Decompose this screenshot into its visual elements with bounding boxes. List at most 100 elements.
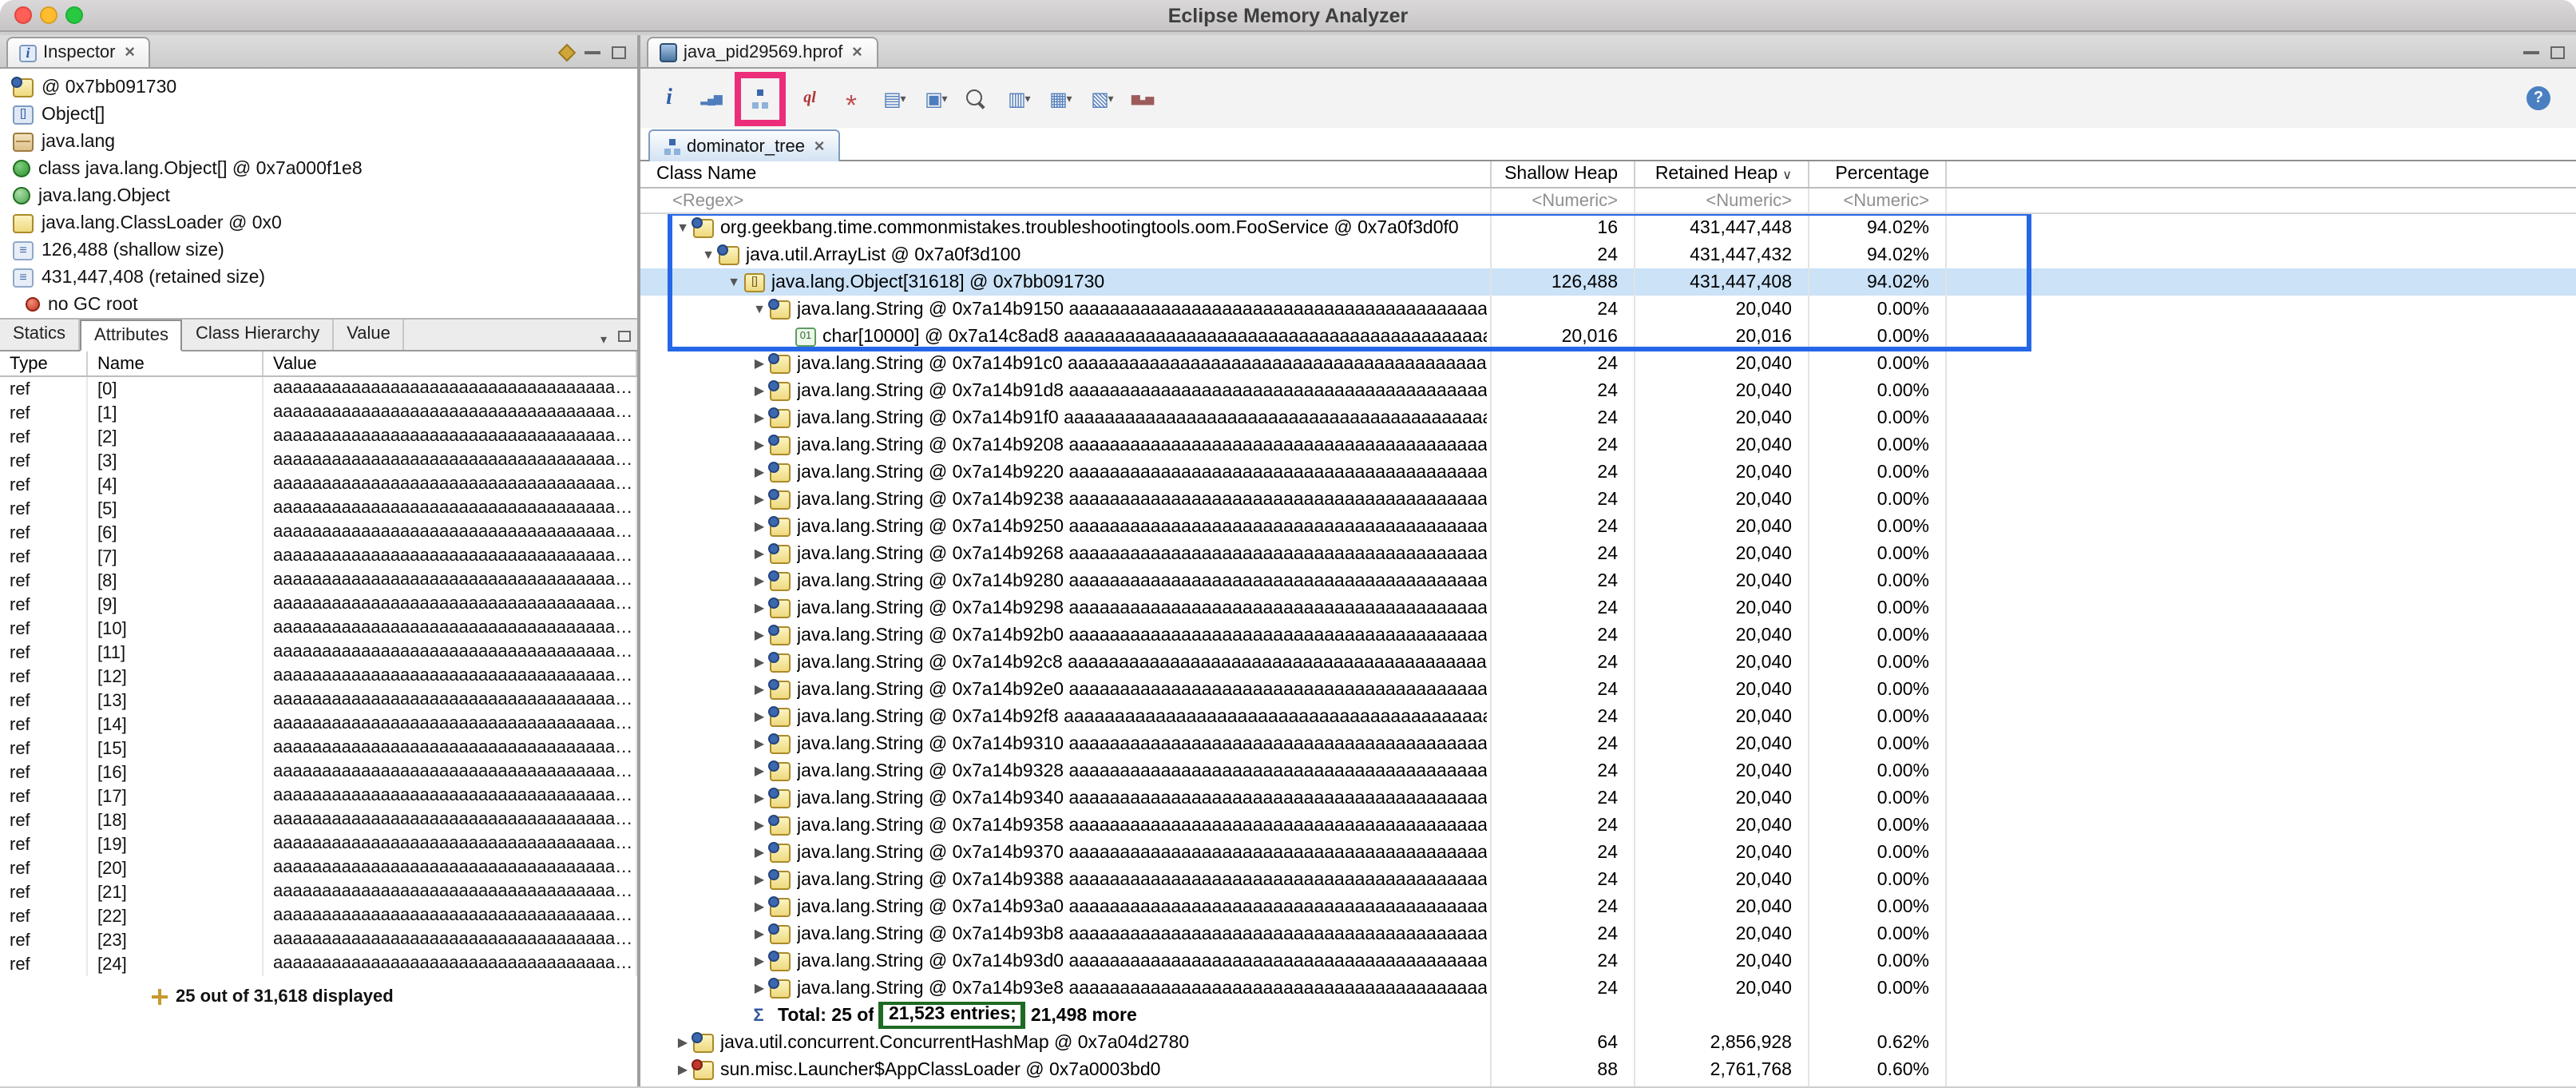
tab-heap-dump[interactable]: java_pid29569.hprof xyxy=(647,37,878,67)
filter-shallow-input[interactable]: <Numeric> xyxy=(1492,189,1635,212)
table-row[interactable]: ref[7]aaaaaaaaaaaaaaaaaaaaaaaaaaaaaaaaaa… xyxy=(0,545,637,569)
tree-row[interactable]: ▶java.lang.String @ 0x7a14b9370 aaaaaaaa… xyxy=(640,839,2576,866)
expander-icon[interactable]: ▶ xyxy=(672,1035,693,1050)
column-header-name[interactable]: Name xyxy=(88,351,264,375)
tree-row[interactable]: ▶java.lang.String @ 0x7a14b9388 aaaaaaaa… xyxy=(640,866,2576,893)
query-browser-button[interactable]: ▤▾ xyxy=(875,79,910,117)
expander-icon[interactable]: ▼ xyxy=(723,275,744,289)
expander-icon[interactable]: ▶ xyxy=(749,981,770,995)
expander-icon[interactable]: ▶ xyxy=(749,492,770,506)
tree-row[interactable]: ▶java.lang.String @ 0x7a14b9298 aaaaaaaa… xyxy=(640,594,2576,621)
table-row[interactable]: ref[0]aaaaaaaaaaaaaaaaaaaaaaaaaaaaaaaaaa… xyxy=(0,377,637,401)
expander-icon[interactable]: ▶ xyxy=(749,764,770,778)
table-row[interactable]: ref[1]aaaaaaaaaaaaaaaaaaaaaaaaaaaaaaaaaa… xyxy=(0,401,637,425)
expander-icon[interactable]: ▶ xyxy=(749,655,770,669)
tree-row[interactable]: ▶java.lang.String @ 0x7a14b9268 aaaaaaaa… xyxy=(640,540,2576,567)
tree-row[interactable]: ▼java.util.ArrayList @ 0x7a0f3d10024431,… xyxy=(640,241,2576,268)
overview-button[interactable]: i xyxy=(652,79,687,117)
tree-row[interactable]: ▶java.lang.String @ 0x7a14b91f0 aaaaaaaa… xyxy=(640,404,2576,431)
tree-row[interactable]: ▶java.lang.String @ 0x7a14b9280 aaaaaaaa… xyxy=(640,567,2576,594)
column-header-shallow-heap[interactable]: Shallow Heap xyxy=(1492,161,1635,187)
table-row[interactable]: ref[18]aaaaaaaaaaaaaaaaaaaaaaaaaaaaaaaaa… xyxy=(0,808,637,832)
close-window-button[interactable] xyxy=(14,6,32,24)
inspector-item[interactable]: no GC root xyxy=(0,291,637,318)
tree-row[interactable]: ▶java.lang.String @ 0x7a14b92b0 aaaaaaaa… xyxy=(640,621,2576,649)
table-row[interactable]: ref[13]aaaaaaaaaaaaaaaaaaaaaaaaaaaaaaaaa… xyxy=(0,689,637,713)
tree-row[interactable]: ▶java.lang.String @ 0x7a14b92e0 aaaaaaaa… xyxy=(640,676,2576,703)
tree-row[interactable]: char[10000] @ 0x7a14c8ad8 aaaaaaaaaaaaaa… xyxy=(640,323,2576,350)
tree-row[interactable]: ▶java.lang.String @ 0x7a14b9250 aaaaaaaa… xyxy=(640,513,2576,540)
table-row[interactable]: ref[8]aaaaaaaaaaaaaaaaaaaaaaaaaaaaaaaaaa… xyxy=(0,569,637,593)
tree-row[interactable]: ▼java.lang.String @ 0x7a14b9150 aaaaaaaa… xyxy=(640,296,2576,323)
table-row[interactable]: ref[14]aaaaaaaaaaaaaaaaaaaaaaaaaaaaaaaaa… xyxy=(0,713,637,737)
table-row[interactable]: ref[22]aaaaaaaaaaaaaaaaaaaaaaaaaaaaaaaaa… xyxy=(0,904,637,928)
expander-icon[interactable]: ▶ xyxy=(749,574,770,588)
filter-percentage-input[interactable]: <Numeric> xyxy=(1809,189,1947,212)
tree-row[interactable]: ▶java.lang.String @ 0x7a14b93e8 aaaaaaaa… xyxy=(640,975,2576,1002)
expander-icon[interactable]: ▶ xyxy=(672,1062,693,1077)
table-row[interactable]: ref[4]aaaaaaaaaaaaaaaaaaaaaaaaaaaaaaaaaa… xyxy=(0,473,637,497)
inspector-item[interactable]: 431,447,408 (retained size) xyxy=(0,264,637,291)
column-header-class-name[interactable]: Class Name xyxy=(640,161,1492,187)
expander-icon[interactable]: ▶ xyxy=(749,899,770,914)
expander-icon[interactable]: ▼ xyxy=(672,220,693,235)
minimize-window-button[interactable] xyxy=(40,6,57,24)
expander-icon[interactable]: ▶ xyxy=(749,628,770,642)
tree-row[interactable]: ▶ xyxy=(640,1083,2576,1086)
close-icon[interactable] xyxy=(849,45,865,61)
inspector-item[interactable]: 126,488 (shallow size) xyxy=(0,236,637,264)
tab-statics[interactable]: Statics xyxy=(0,320,80,350)
inspector-item[interactable]: @ 0x7bb091730 xyxy=(0,73,637,101)
table-row[interactable]: ref[15]aaaaaaaaaaaaaaaaaaaaaaaaaaaaaaaaa… xyxy=(0,737,637,760)
tree-row[interactable]: ▶java.lang.String @ 0x7a14b9220 aaaaaaaa… xyxy=(640,459,2576,486)
expander-icon[interactable]: ▶ xyxy=(749,954,770,968)
tree-row[interactable]: ▶java.lang.String @ 0x7a14b9340 aaaaaaaa… xyxy=(640,784,2576,812)
table-button[interactable]: ▦▾ xyxy=(1041,79,1076,117)
tree-row[interactable]: ▶java.lang.String @ 0x7a14b91d8 aaaaaaaa… xyxy=(640,377,2576,404)
tab-class-hierarchy[interactable]: Class Hierarchy xyxy=(183,320,334,350)
tree-row[interactable]: ▶java.lang.String @ 0x7a14b9310 aaaaaaaa… xyxy=(640,730,2576,757)
table-row[interactable]: ref[23]aaaaaaaaaaaaaaaaaaaaaaaaaaaaaaaaa… xyxy=(0,928,637,952)
maximize-view-icon[interactable] xyxy=(612,46,626,58)
view-menu-icon[interactable] xyxy=(600,322,607,351)
minimize-view-icon[interactable] xyxy=(2523,50,2539,54)
help-icon[interactable] xyxy=(2526,86,2550,110)
table-row[interactable]: ref[17]aaaaaaaaaaaaaaaaaaaaaaaaaaaaaaaaa… xyxy=(0,784,637,808)
expander-icon[interactable]: ▶ xyxy=(749,438,770,452)
expander-icon[interactable]: ▶ xyxy=(749,709,770,724)
maximize-icon[interactable] xyxy=(618,331,631,342)
tree-row[interactable]: ▶java.lang.String @ 0x7a14b93b8 aaaaaaaa… xyxy=(640,920,2576,947)
tree-row[interactable]: ▶java.lang.String @ 0x7a14b91c0 aaaaaaaa… xyxy=(640,350,2576,377)
expander-icon[interactable]: ▶ xyxy=(749,383,770,398)
tree-row[interactable]: ΣTotal: 25 of21,523 entries;21,498 more xyxy=(640,1002,2576,1029)
tree-row[interactable]: ▶java.lang.String @ 0x7a14b9238 aaaaaaaa… xyxy=(640,486,2576,513)
tree-row[interactable]: ▶java.util.concurrent.ConcurrentHashMap … xyxy=(640,1029,2576,1056)
maximize-view-icon[interactable] xyxy=(2550,46,2565,58)
table-row[interactable]: ref[24]aaaaaaaaaaaaaaaaaaaaaaaaaaaaaaaaa… xyxy=(0,952,637,976)
inspector-item[interactable]: java.lang.Object xyxy=(0,182,637,209)
table-row[interactable]: ref[10]aaaaaaaaaaaaaaaaaaaaaaaaaaaaaaaaa… xyxy=(0,617,637,641)
close-icon[interactable] xyxy=(122,45,138,61)
expander-icon[interactable]: ▶ xyxy=(749,818,770,832)
expander-icon[interactable]: ▶ xyxy=(749,601,770,615)
tab-attributes[interactable]: Attributes xyxy=(80,320,183,351)
expander-icon[interactable]: ▶ xyxy=(749,791,770,805)
table-row[interactable]: ref[11]aaaaaaaaaaaaaaaaaaaaaaaaaaaaaaaaa… xyxy=(0,641,637,665)
chart-button[interactable]: ▧▾ xyxy=(1083,79,1118,117)
expander-icon[interactable]: ▼ xyxy=(698,248,719,262)
column-header-type[interactable]: Type xyxy=(0,351,88,375)
tree-row[interactable]: ▶java.lang.String @ 0x7a14b92f8 aaaaaaaa… xyxy=(640,703,2576,730)
filter-retained-input[interactable]: <Numeric> xyxy=(1635,189,1809,212)
pin-icon[interactable] xyxy=(558,43,577,62)
minimize-view-icon[interactable] xyxy=(585,50,600,54)
expander-icon[interactable]: ▶ xyxy=(749,465,770,479)
tree-row[interactable]: ▼org.geekbang.time.commonmistakes.troubl… xyxy=(640,214,2576,241)
oql-button[interactable]: ql xyxy=(792,79,827,117)
tab-dominator-tree[interactable]: dominator_tree xyxy=(648,129,840,161)
close-icon[interactable] xyxy=(811,138,827,154)
expander-icon[interactable]: ▼ xyxy=(749,302,770,316)
table-row[interactable]: ref[5]aaaaaaaaaaaaaaaaaaaaaaaaaaaaaaaaaa… xyxy=(0,497,637,521)
table-row[interactable]: ref[21]aaaaaaaaaaaaaaaaaaaaaaaaaaaaaaaaa… xyxy=(0,880,637,904)
inspector-item[interactable]: class java.lang.Object[] @ 0x7a000f1e8 xyxy=(0,155,637,182)
inspector-item[interactable]: Object[] xyxy=(0,101,637,128)
